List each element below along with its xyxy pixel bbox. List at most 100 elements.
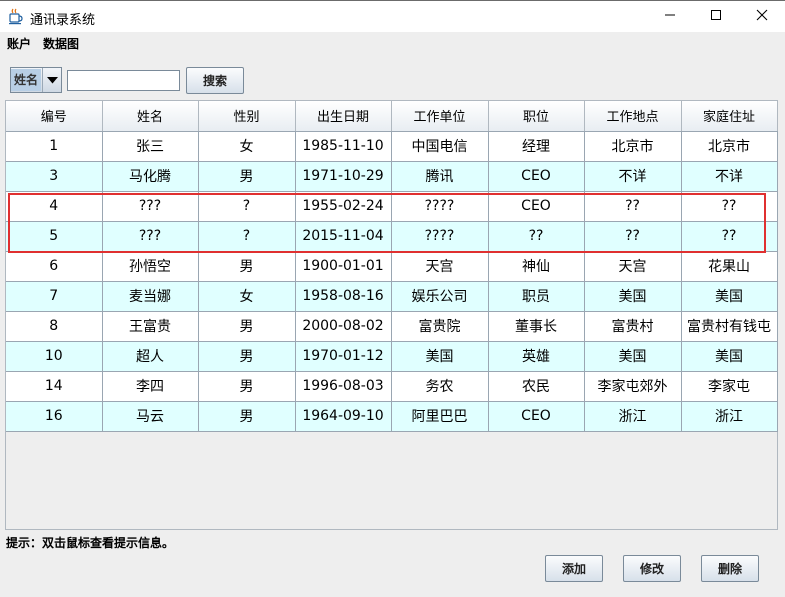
cell-home-address[interactable]: 花果山 xyxy=(681,251,778,282)
cell-work-location[interactable]: 美国 xyxy=(584,341,682,372)
close-button[interactable] xyxy=(739,1,785,32)
cell-work-location[interactable]: 天宫 xyxy=(584,251,682,282)
table-row[interactable]: 16 马云男 1964-09-10 阿里巴巴 CEO 浙江 浙江 xyxy=(6,401,778,432)
column-header-name[interactable]: 姓名 xyxy=(102,101,199,132)
table-row[interactable]: 4???? 1955-02-24???? CEO???? xyxy=(6,191,778,222)
cell-gender[interactable]: 女 xyxy=(198,281,296,312)
cell-birthdate[interactable]: 1971-10-29 xyxy=(295,161,392,192)
cell-home-address[interactable]: ?? xyxy=(681,191,778,222)
cell-id[interactable]: 3 xyxy=(6,161,103,192)
cell-position[interactable]: 神仙 xyxy=(488,251,585,282)
cell-gender[interactable]: 男 xyxy=(198,251,296,282)
table-row[interactable]: 10 超人男 1970-01-12 美国 英雄 美国 美国 xyxy=(6,341,778,372)
cell-home-address[interactable]: 浙江 xyxy=(681,401,778,432)
cell-position[interactable]: CEO xyxy=(488,191,585,222)
cell-id[interactable]: 6 xyxy=(6,251,103,282)
cell-work-location[interactable]: 北京市 xyxy=(584,131,682,162)
cell-employer[interactable]: 阿里巴巴 xyxy=(391,401,489,432)
cell-id[interactable]: 8 xyxy=(6,311,103,342)
cell-home-address[interactable]: 富贵村有钱屯 xyxy=(681,311,778,342)
cell-name[interactable]: 张三 xyxy=(102,131,199,162)
cell-position[interactable]: 董事长 xyxy=(488,311,585,342)
cell-home-address[interactable]: 美国 xyxy=(681,281,778,312)
cell-home-address[interactable]: 不详 xyxy=(681,161,778,192)
cell-employer[interactable]: 美国 xyxy=(391,341,489,372)
cell-work-location[interactable]: ?? xyxy=(584,191,682,222)
cell-position[interactable]: CEO xyxy=(488,401,585,432)
cell-home-address[interactable]: 北京市 xyxy=(681,131,778,162)
cell-position[interactable]: 农民 xyxy=(488,371,585,402)
cell-position[interactable]: 经理 xyxy=(488,131,585,162)
cell-id[interactable]: 10 xyxy=(6,341,103,372)
cell-name[interactable]: 李四 xyxy=(102,371,199,402)
column-header-work-location[interactable]: 工作地点 xyxy=(584,101,682,132)
cell-birthdate[interactable]: 1955-02-24 xyxy=(295,191,392,222)
cell-birthdate[interactable]: 1970-01-12 xyxy=(295,341,392,372)
cell-id[interactable]: 7 xyxy=(6,281,103,312)
cell-id[interactable]: 5 xyxy=(6,221,103,252)
cell-birthdate[interactable]: 1964-09-10 xyxy=(295,401,392,432)
cell-id[interactable]: 4 xyxy=(6,191,103,222)
cell-birthdate[interactable]: 2015-11-04 xyxy=(295,221,392,252)
cell-work-location[interactable]: 美国 xyxy=(584,281,682,312)
cell-position[interactable]: ?? xyxy=(488,221,585,252)
cell-employer[interactable]: ???? xyxy=(391,221,489,252)
cell-position[interactable]: 职员 xyxy=(488,281,585,312)
cell-gender[interactable]: ? xyxy=(198,191,296,222)
delete-button[interactable]: 删除 xyxy=(701,555,759,582)
cell-employer[interactable]: ???? xyxy=(391,191,489,222)
cell-work-location[interactable]: 富贵村 xyxy=(584,311,682,342)
contacts-table[interactable]: 编号 姓名 性别 出生日期 工作单位 职位 工作地点 家庭住址 1 张三女 1985… xyxy=(5,100,778,530)
table-row[interactable]: 5???? 2015-11-04?????????? xyxy=(6,221,778,252)
table-row[interactable]: 14 李四男 1996-08-03 务农 农民 李家屯郊外 李家屯 xyxy=(6,371,778,402)
cell-gender[interactable]: 女 xyxy=(198,131,296,162)
edit-button[interactable]: 修改 xyxy=(623,555,681,582)
cell-name[interactable]: ??? xyxy=(102,191,199,222)
menu-account[interactable]: 账户 xyxy=(7,35,31,52)
cell-position[interactable]: CEO xyxy=(488,161,585,192)
cell-name[interactable]: 马云 xyxy=(102,401,199,432)
table-row[interactable]: 6 孙悟空男 1900-01-01 天宫 神仙 天宫 花果山 xyxy=(6,251,778,282)
cell-employer[interactable]: 腾讯 xyxy=(391,161,489,192)
search-input[interactable] xyxy=(67,70,180,91)
table-row[interactable]: 8 王富贵男 2000-08-02 富贵院 董事长 富贵村 富贵村有钱屯 xyxy=(6,311,778,342)
cell-home-address[interactable]: 李家屯 xyxy=(681,371,778,402)
cell-gender[interactable]: ? xyxy=(198,221,296,252)
column-header-id[interactable]: 编号 xyxy=(6,101,103,132)
column-header-gender[interactable]: 性别 xyxy=(198,101,296,132)
cell-gender[interactable]: 男 xyxy=(198,341,296,372)
menu-data-chart[interactable]: 数据图 xyxy=(43,35,79,52)
cell-work-location[interactable]: 李家屯郊外 xyxy=(584,371,682,402)
cell-name[interactable]: ??? xyxy=(102,221,199,252)
cell-birthdate[interactable]: 1958-08-16 xyxy=(295,281,392,312)
cell-work-location[interactable]: 浙江 xyxy=(584,401,682,432)
cell-id[interactable]: 14 xyxy=(6,371,103,402)
cell-name[interactable]: 孙悟空 xyxy=(102,251,199,282)
table-row[interactable]: 3 马化腾男 1971-10-29 腾讯 CEO 不详 不详 xyxy=(6,161,778,192)
cell-name[interactable]: 麦当娜 xyxy=(102,281,199,312)
cell-gender[interactable]: 男 xyxy=(198,371,296,402)
search-field-select[interactable]: 姓名 xyxy=(10,67,62,93)
column-header-employer[interactable]: 工作单位 xyxy=(391,101,489,132)
cell-gender[interactable]: 男 xyxy=(198,401,296,432)
cell-employer[interactable]: 富贵院 xyxy=(391,311,489,342)
table-row[interactable]: 7 麦当娜女 1958-08-16 娱乐公司 职员 美国 美国 xyxy=(6,281,778,312)
cell-name[interactable]: 王富贵 xyxy=(102,311,199,342)
cell-employer[interactable]: 娱乐公司 xyxy=(391,281,489,312)
column-header-birthdate[interactable]: 出生日期 xyxy=(295,101,392,132)
cell-employer[interactable]: 天宫 xyxy=(391,251,489,282)
cell-birthdate[interactable]: 2000-08-02 xyxy=(295,311,392,342)
table-row[interactable]: 1 张三女 1985-11-10 中国电信 经理 北京市 北京市 xyxy=(6,131,778,162)
cell-work-location[interactable]: 不详 xyxy=(584,161,682,192)
column-header-position[interactable]: 职位 xyxy=(488,101,585,132)
cell-id[interactable]: 16 xyxy=(6,401,103,432)
cell-home-address[interactable]: 美国 xyxy=(681,341,778,372)
cell-gender[interactable]: 男 xyxy=(198,311,296,342)
cell-position[interactable]: 英雄 xyxy=(488,341,585,372)
cell-home-address[interactable]: ?? xyxy=(681,221,778,252)
search-button[interactable]: 搜索 xyxy=(186,67,244,94)
cell-name[interactable]: 超人 xyxy=(102,341,199,372)
add-button[interactable]: 添加 xyxy=(545,555,603,582)
cell-birthdate[interactable]: 1985-11-10 xyxy=(295,131,392,162)
cell-id[interactable]: 1 xyxy=(6,131,103,162)
